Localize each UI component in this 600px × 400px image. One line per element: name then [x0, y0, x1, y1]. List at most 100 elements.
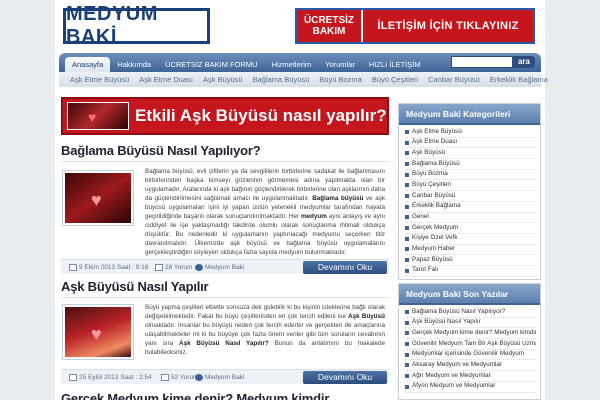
post-meta: 25 Eylül 2013 Saat : 2:54 52 Yorum Medyu… — [61, 369, 389, 384]
bullet-icon — [405, 341, 409, 346]
recent-post-list: Bağlama Büyüsü Nasıl Yapılıyor? Aşk Büyü… — [399, 305, 540, 395]
heart-icon: ♥ — [91, 190, 102, 210]
post-title[interactable]: Bağlama Büyüsü Nasıl Yapılıyor? — [61, 143, 389, 158]
recent-post-item[interactable]: Medyumlar içerisinde Güvenilir Medyum — [405, 350, 536, 361]
read-more-button[interactable]: Devamını Oku — [303, 261, 387, 274]
category-item[interactable]: Canbar Büyüsü — [405, 191, 536, 202]
post: Gerçek Medyum kime denir? Medyum kimdir — [61, 391, 389, 400]
post-title[interactable]: Aşk Büyüsü Nasıl Yapılır — [61, 279, 389, 294]
subnav-item[interactable]: Canbar Büyüsü — [423, 75, 485, 84]
promo-banner[interactable]: ♥ Etkili Aşk Büyüsü nasıl yapılır? — [61, 97, 389, 135]
free-care-badge[interactable]: ÜCRETSİZ BAKIM — [297, 10, 363, 42]
subnav-item[interactable]: Aşk Etme Duası — [134, 75, 198, 84]
category-item[interactable]: Tarot Falı — [405, 266, 536, 277]
comment-icon — [155, 264, 163, 271]
subnav-item[interactable]: Büyü Bozma — [314, 75, 367, 84]
recent-post-item[interactable]: Ağrı Medyum ve Medyumlar — [405, 371, 536, 382]
category-item[interactable]: Genel — [405, 213, 536, 224]
bullet-icon — [405, 384, 409, 389]
bullet-icon — [405, 320, 409, 325]
widget-title: Medyum Baki Kategorileri — [399, 104, 540, 125]
recent-post-item[interactable]: Gerçek Medyum kime denir? Medyum kimdir — [405, 328, 536, 340]
category-item[interactable]: Gerçek Medyum — [405, 223, 536, 234]
post-comments[interactable]: 52 Yorum — [161, 374, 198, 381]
nav-item-free-form[interactable]: ÜCRETSİZ BAKIM FORMU — [158, 57, 265, 72]
category-item[interactable]: Erkeklik Bağlama — [405, 202, 536, 213]
post-author[interactable]: Medyum Baki — [195, 264, 244, 271]
sidebar: Medyum Baki Kategorileri Aşk Etme Büyüsü… — [395, 93, 541, 400]
category-item[interactable]: Aşk Büyüsü — [405, 148, 536, 160]
search-input[interactable] — [451, 56, 513, 68]
category-item[interactable]: Büyü Bozma — [405, 170, 536, 181]
recent-post-item[interactable]: Afyon Medyum ve Medyumlar — [405, 382, 536, 393]
bullet-icon — [405, 129, 409, 134]
nav-item-home[interactable]: Anasayfa — [65, 57, 111, 72]
category-item[interactable]: Medyum Haber — [405, 245, 536, 256]
nav-item-about[interactable]: Hakkımda — [110, 57, 158, 72]
post-thumbnail[interactable]: ♥ — [63, 305, 133, 359]
site-logo[interactable]: MEDYUM BAKİ — [63, 3, 210, 48]
bullet-icon — [405, 193, 409, 198]
recent-post-item[interactable]: Bağlama Büyüsü Nasıl Yapılıyor? — [405, 307, 536, 318]
category-item[interactable]: Bağlama Büyüsü — [405, 159, 536, 170]
logo-text: MEDYUM BAKİ — [66, 3, 158, 48]
user-icon — [195, 264, 203, 271]
post-comments[interactable]: 28 Yorum — [155, 264, 192, 271]
recent-post-item[interactable]: Aşk Büyüsü Nasıl Yapılır — [405, 318, 536, 329]
subnav-item[interactable]: Erkeklik Bağlama — [485, 75, 553, 84]
recent-post-item[interactable]: Aksaray Medyum ve Medyumlar — [405, 360, 536, 372]
bullet-icon — [405, 363, 409, 368]
recent-post-item[interactable]: Güvenilir Medyum Tam Bir Aşk Büyüsü Uzma… — [405, 339, 536, 350]
bullet-icon — [405, 331, 409, 336]
bullet-icon — [405, 151, 409, 156]
post: Aşk Büyüsü Nasıl Yapılır ♥ Büyü yapma çe… — [61, 279, 389, 389]
bullet-icon — [405, 226, 409, 231]
nav-item-services[interactable]: Hizmetlerim — [265, 57, 319, 72]
post-title[interactable]: Gerçek Medyum kime denir? Medyum kimdir — [61, 391, 389, 400]
bullet-icon — [405, 204, 409, 209]
divider — [61, 161, 389, 162]
bullet-icon — [405, 247, 409, 252]
recent-posts-widget: Medyum Baki Son Yazılar Bağlama Büyüsü N… — [398, 283, 541, 400]
bullet-icon — [405, 172, 409, 177]
bullet-icon — [405, 215, 409, 220]
category-item[interactable]: Aşk Etme Duası — [405, 138, 536, 149]
post-meta: 9 Ekim 2013 Saat : 9:18 28 Yorum Medyum … — [61, 259, 389, 274]
bullet-icon — [405, 258, 409, 263]
banner-text: Etkili Aşk Büyüsü nasıl yapılır? — [135, 106, 387, 125]
calendar-icon — [69, 264, 77, 271]
post: Bağlama Büyüsü Nasıl Yapılıyor? ♥ Bağlam… — [61, 143, 389, 275]
contact-link[interactable]: İLETİŞİM İÇİN TIKLAYINIZ — [363, 10, 533, 42]
bullet-icon — [405, 161, 409, 166]
main-content: ♥ Etkili Aşk Büyüsü nasıl yapılır? Bağla… — [59, 93, 391, 400]
category-item[interactable]: Kişiye Özel Vefk — [405, 234, 536, 245]
search-button[interactable]: ara — [513, 56, 535, 68]
category-item[interactable]: Papaz Büyüsü — [405, 255, 536, 266]
read-more-button[interactable]: Devamını Oku — [303, 371, 387, 384]
subnav-item[interactable]: Aşk Büyüsü — [198, 75, 248, 84]
categories-widget: Medyum Baki Kategorileri Aşk Etme Büyüsü… — [398, 103, 541, 280]
post-author[interactable]: Medyum Baki — [195, 374, 244, 381]
comment-icon — [161, 374, 169, 381]
subnav-item[interactable]: Bağlama Büyüsü — [248, 75, 315, 84]
post-thumbnail[interactable]: ♥ — [63, 171, 133, 225]
bullet-icon — [405, 352, 409, 357]
bullet-icon — [405, 236, 409, 241]
bullet-icon — [405, 183, 409, 188]
post-date: 9 Ekim 2013 Saat : 9:18 — [69, 264, 148, 271]
category-item[interactable]: Büyü Çeşitleri — [405, 180, 536, 192]
contact-banner[interactable]: ÜCRETSİZ BAKIM İLETİŞİM İÇİN TIKLAYINIZ — [295, 8, 535, 44]
widget-title: Medyum Baki Son Yazılar — [399, 284, 540, 305]
heart-icon: ♥ — [91, 324, 102, 344]
nav-item-comments[interactable]: Yorumlar — [318, 57, 362, 72]
nav-item-quick-contact[interactable]: HIZLI İLETİŞİM — [362, 57, 428, 72]
search-form: ara — [451, 56, 535, 68]
bullet-icon — [405, 373, 409, 378]
heart-icon: ♥ — [88, 109, 97, 125]
free-care-line2: BAKIM — [312, 26, 346, 37]
post-excerpt: Bağlama büyüsü, evli çiftlerin ya da sev… — [145, 168, 385, 256]
category-item[interactable]: Aşk Etme Büyüsü — [405, 127, 536, 138]
calendar-icon — [69, 374, 77, 381]
subnav-item[interactable]: Aşk Etme Büyüsü — [65, 75, 134, 84]
subnav-item[interactable]: Büyü Çeşitleri — [367, 75, 423, 84]
